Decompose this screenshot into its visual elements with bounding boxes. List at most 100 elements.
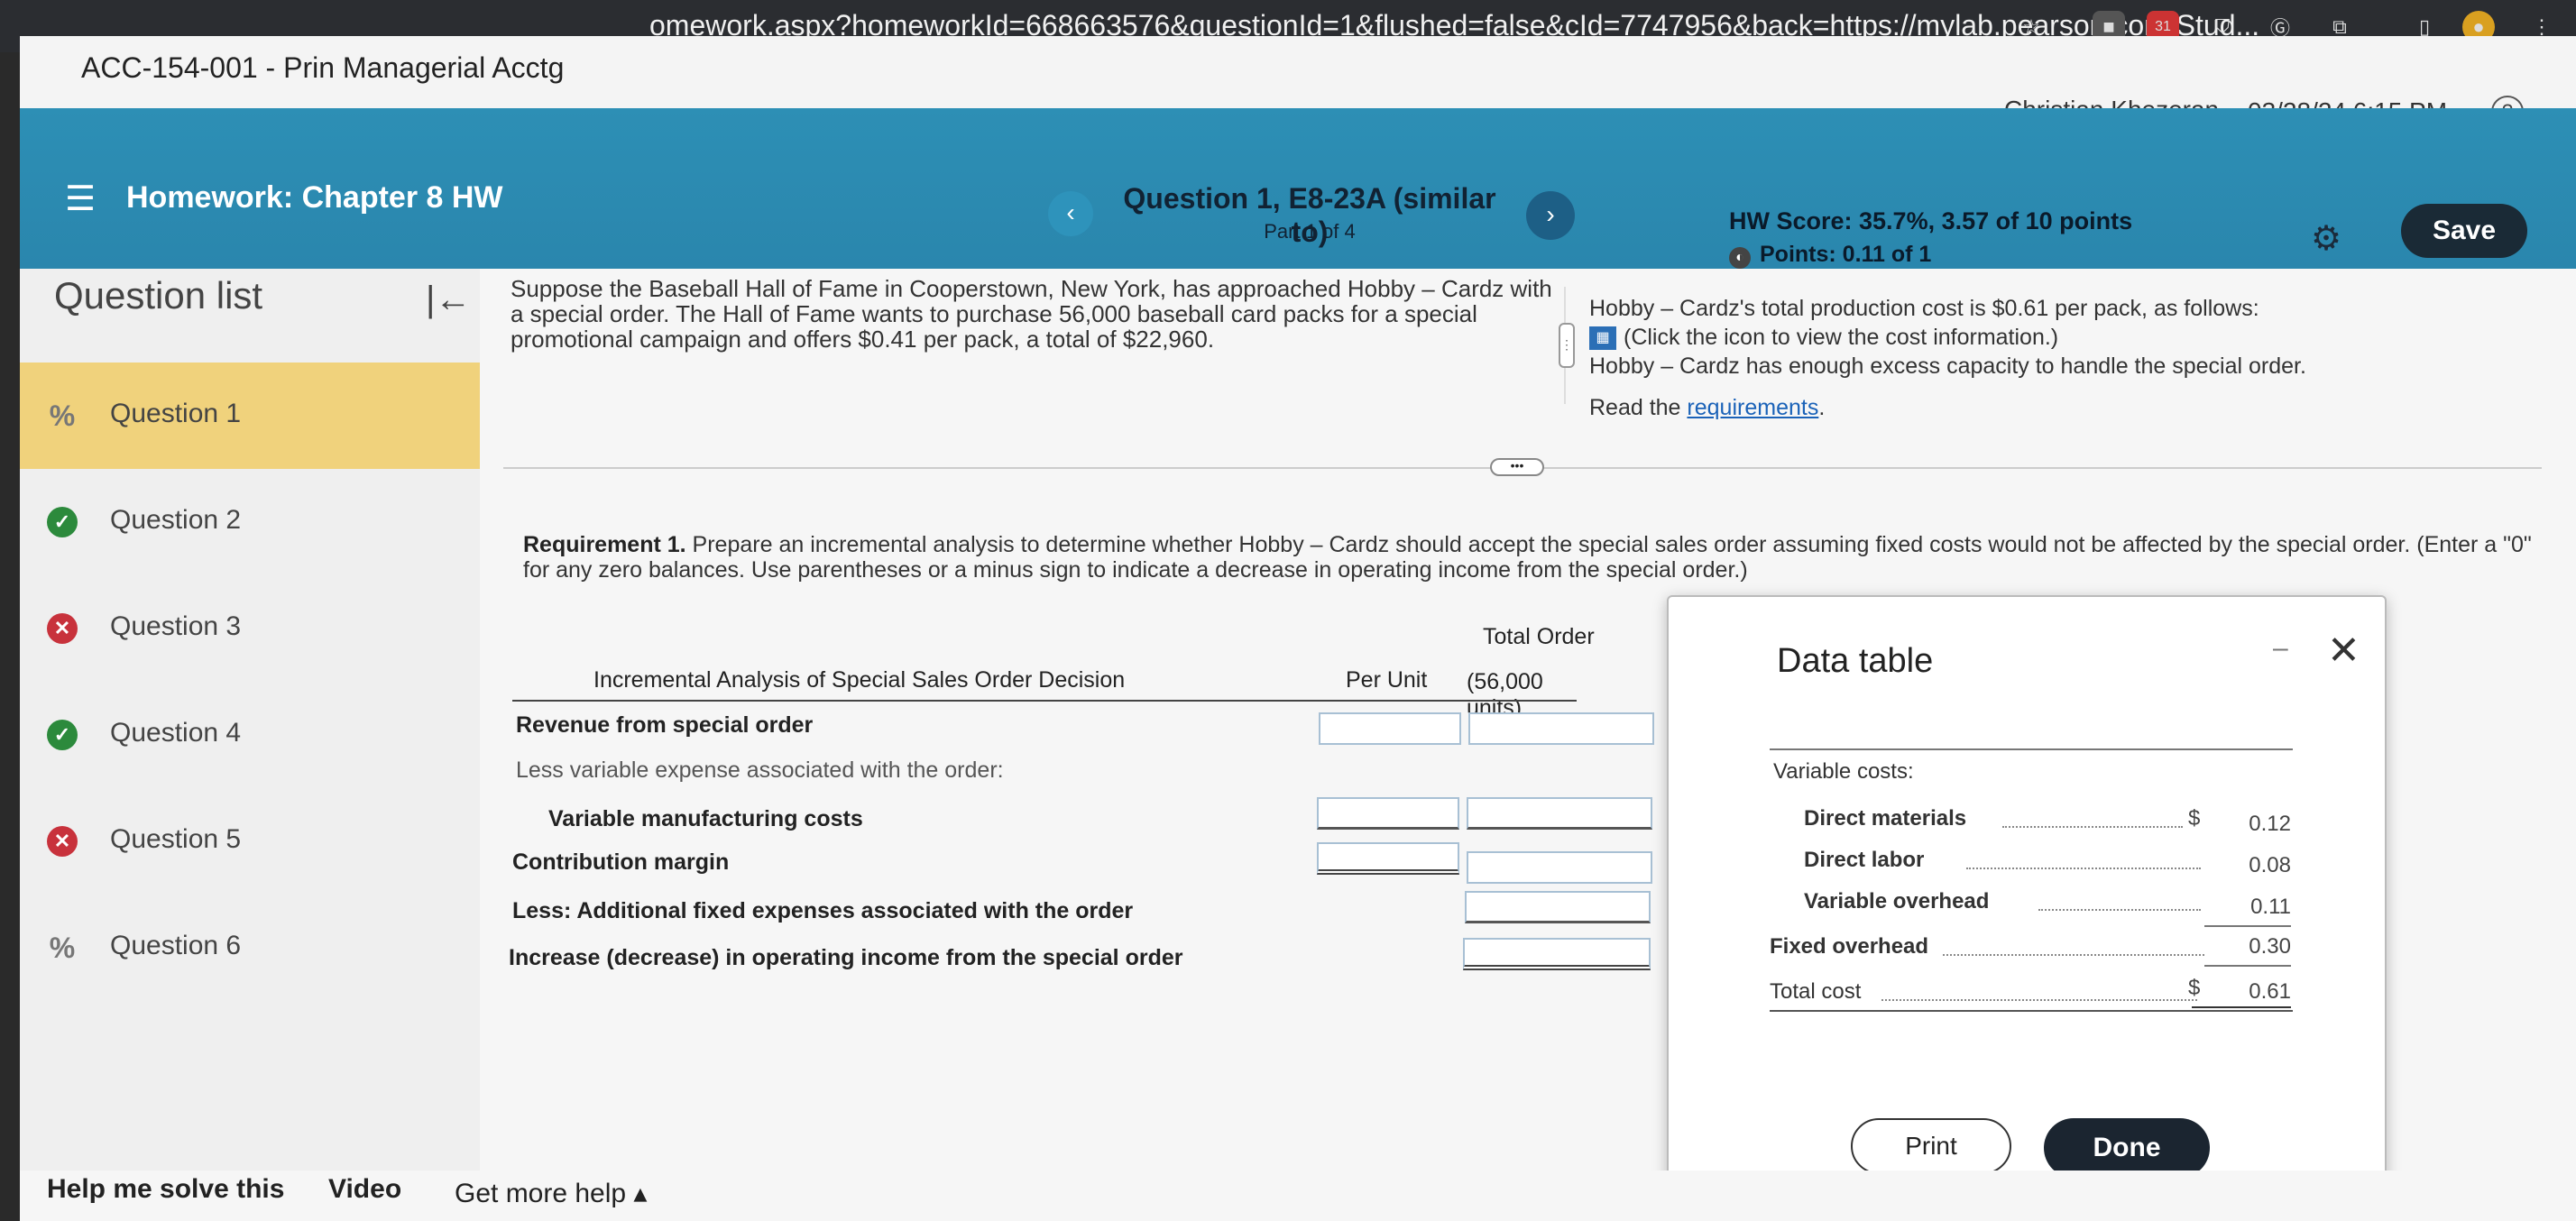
question-label: Question 5 <box>110 824 242 854</box>
row-operating-income: Increase (decrease) in operating income … <box>509 945 1183 970</box>
question-item-3[interactable]: ✕ Question 3 <box>20 575 480 682</box>
question-label: Question 1 <box>110 399 242 428</box>
homework-title: Homework: Chapter 8 HW <box>126 180 503 215</box>
mylab-app: ACC-154-001 - Prin Managerial Acctg Chri… <box>20 36 2576 1221</box>
close-icon[interactable]: ✕ <box>2327 628 2360 674</box>
save-button[interactable]: Save <box>2401 204 2527 258</box>
direct-materials-value: 0.12 <box>2249 812 2291 836</box>
points-status: ◐ Points: 0.11 of 1 <box>1729 242 1931 269</box>
requirement-label: Requirement 1. <box>523 532 686 557</box>
x-icon: ✕ <box>47 826 78 857</box>
problem-info: Hobby – Cardz's total production cost is… <box>1589 294 2401 422</box>
question-item-2[interactable]: ✓ Question 2 <box>20 469 480 575</box>
read-prefix: Read the <box>1589 395 1688 420</box>
question-list-sidebar: Question list |← % Question 1 ✓ Question… <box>20 269 480 1221</box>
homework-header: ☰ Homework: Chapter 8 HW ‹ Question 1, E… <box>20 108 2576 269</box>
leader-dots <box>2002 826 2183 828</box>
partial-credit-icon: % <box>49 399 76 432</box>
points-text: Points: 0.11 of 1 <box>1760 242 1932 267</box>
requirements-link[interactable]: requirements <box>1687 395 1818 420</box>
partial-credit-icon: ◐ <box>1729 247 1751 269</box>
minimize-icon[interactable]: – <box>2273 633 2288 664</box>
direct-materials-label: Direct materials <box>1804 806 1967 831</box>
question-item-6[interactable]: % Question 6 <box>20 895 480 1001</box>
table-top-rule <box>1770 748 2293 750</box>
operating-income-total-input[interactable] <box>1463 938 1651 970</box>
row-additional-fixed: Less: Additional fixed expenses associat… <box>512 898 1134 923</box>
question-label: Question 3 <box>110 611 242 641</box>
done-button[interactable]: Done <box>2044 1118 2210 1178</box>
help-me-solve-link[interactable]: Help me solve this <box>47 1174 284 1205</box>
question-part: Part 1 of 4 <box>1264 220 1356 243</box>
cost-link-text[interactable]: (Click the icon to view the cost informa… <box>1624 325 2058 350</box>
total-rule <box>2204 965 2291 967</box>
question-item-5[interactable]: ✕ Question 5 <box>20 788 480 895</box>
leader-dots <box>1943 954 2204 956</box>
fixed-overhead-label: Fixed overhead <box>1770 934 1929 959</box>
variable-overhead-label: Variable overhead <box>1804 889 1990 913</box>
total-cost-value: 0.61 <box>2249 979 2291 1004</box>
problem-statement: Suppose the Baseball Hall of Fame in Coo… <box>511 275 1552 353</box>
calendar-badge: 31 <box>2155 19 2171 34</box>
question-list-title: Question list <box>54 274 263 317</box>
leader-dots <box>2038 909 2201 911</box>
hw-score: HW Score: 35.7%, 3.57 of 10 points <box>1729 207 2133 234</box>
fixed-overhead-value: 0.30 <box>2249 934 2291 959</box>
question-label: Question 2 <box>110 505 242 535</box>
partial-credit-icon: % <box>49 932 76 964</box>
cost-link-row: ▦ (Click the icon to view the cost inform… <box>1589 323 2401 352</box>
capacity-note: Hobby – Cardz has enough excess capacity… <box>1589 353 2306 379</box>
table-bottom-rule <box>1770 1010 2293 1012</box>
variable-costs-label: Variable costs: <box>1773 759 1914 784</box>
variable-mfg-per-unit-input[interactable] <box>1317 797 1459 830</box>
cm-total-input[interactable] <box>1467 851 1652 884</box>
next-question-button[interactable]: › <box>1526 191 1575 240</box>
print-button[interactable]: Print <box>1851 1118 2011 1174</box>
read-requirements: Read the requirements. <box>1589 393 2401 422</box>
check-icon: ✓ <box>47 720 78 750</box>
total-cost-label: Total cost <box>1770 979 1862 1004</box>
variable-overhead-value: 0.11 <box>2250 895 2291 919</box>
cm-per-unit-input[interactable] <box>1317 842 1459 875</box>
direct-labor-value: 0.08 <box>2249 853 2291 877</box>
dollar-sign: $ <box>2188 806 2201 831</box>
question-item-1[interactable]: % Question 1 <box>20 363 480 469</box>
cost-intro: Hobby – Cardz's total production cost is… <box>1589 296 2259 321</box>
dollar-sign: $ <box>2188 976 2201 1000</box>
more-help-link[interactable]: Get more help ▴ <box>455 1178 648 1209</box>
table-heading: Incremental Analysis of Special Sales Or… <box>593 667 1126 693</box>
revenue-total-input[interactable] <box>1468 712 1654 745</box>
variable-mfg-total-input[interactable] <box>1467 797 1652 830</box>
col-total-header: Total Order <box>1483 624 1595 649</box>
question-label: Question 6 <box>110 931 242 960</box>
requirement-body: Prepare an incremental analysis to deter… <box>523 532 2532 583</box>
direct-labor-label: Direct labor <box>1804 848 1925 872</box>
revenue-per-unit-input[interactable] <box>1319 712 1461 745</box>
hamburger-menu-icon[interactable]: ☰ <box>65 179 96 219</box>
check-icon: ✓ <box>47 507 78 537</box>
settings-gear-icon[interactable]: ⚙ <box>2311 218 2341 259</box>
question-label: Question 4 <box>110 718 242 748</box>
read-suffix: . <box>1818 395 1826 420</box>
collapse-sidebar-icon[interactable]: |← <box>426 280 471 320</box>
data-table-modal: Data table – ✕ Variable costs: Direct ma… <box>1667 595 2387 1221</box>
col-per-unit: Per Unit <box>1346 667 1428 693</box>
leader-dots <box>1881 999 2197 1001</box>
leader-dots <box>1966 868 2201 869</box>
expand-icon[interactable]: ••• <box>1490 458 1544 476</box>
requirement-text: Requirement 1. Prepare an incremental an… <box>523 532 2544 583</box>
row-revenue: Revenue from special order <box>516 712 814 738</box>
fixed-expense-total-input[interactable] <box>1465 891 1651 923</box>
subtotal-rule <box>2204 925 2291 927</box>
x-icon: ✕ <box>47 613 78 644</box>
help-footer: Help me solve this Video Get more help ▴ <box>20 1171 2576 1221</box>
modal-title: Data table <box>1777 642 1934 680</box>
previous-question-button[interactable]: ‹ <box>1048 191 1093 236</box>
table-icon[interactable]: ▦ <box>1589 326 1616 351</box>
row-less-variable: Less variable expense associated with th… <box>516 757 1004 783</box>
video-link[interactable]: Video <box>328 1174 401 1205</box>
pane-resize-handle[interactable]: ⋮ <box>1559 323 1575 368</box>
row-contribution-margin: Contribution margin <box>512 849 730 875</box>
row-variable-manufacturing: Variable manufacturing costs <box>548 806 863 831</box>
question-item-4[interactable]: ✓ Question 4 <box>20 682 480 788</box>
